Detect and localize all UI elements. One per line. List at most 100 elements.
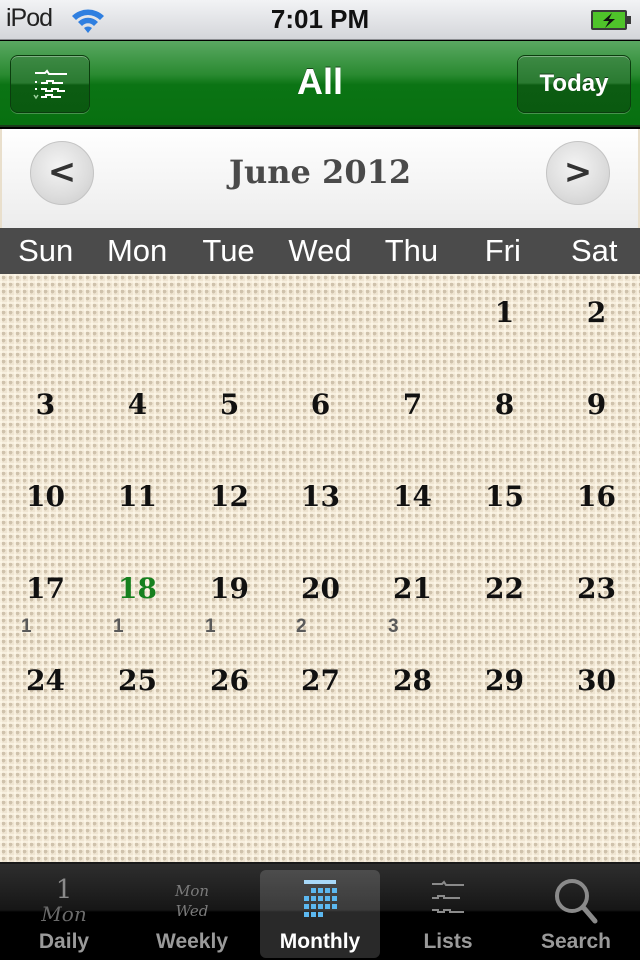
day-cell-2[interactable]: 2 bbox=[551, 274, 640, 366]
tab-lists[interactable]: Lists bbox=[384, 864, 512, 960]
day-cell-8[interactable]: 8 bbox=[459, 366, 550, 458]
calendar-dot bbox=[304, 896, 309, 901]
day-cell-30[interactable]: 30 bbox=[551, 642, 640, 734]
tab-label-search: Search bbox=[540, 930, 612, 953]
day-number: 7 bbox=[402, 388, 423, 421]
day-number: 12 bbox=[210, 480, 249, 513]
day-cell-13[interactable]: 13 bbox=[275, 458, 366, 550]
day-number: 6 bbox=[310, 388, 331, 421]
event-count: 1 bbox=[21, 616, 32, 637]
day-cell-6[interactable]: 6 bbox=[275, 366, 366, 458]
day-cell-9[interactable]: 9 bbox=[551, 366, 640, 458]
day-number: 22 bbox=[485, 572, 524, 605]
calendar-dot bbox=[332, 888, 337, 893]
day-cell-24[interactable]: 24 bbox=[0, 642, 91, 734]
tab-search[interactable]: Search bbox=[512, 864, 640, 960]
daily-icon: 1 Mon bbox=[40, 875, 86, 926]
tab-bar: 1 Mon Daily Mon Wed Weekly Monthly Lists… bbox=[0, 862, 640, 960]
day-cell-29[interactable]: 29 bbox=[459, 642, 550, 734]
list-icon bbox=[33, 69, 67, 100]
day-cell-25[interactable]: 25 bbox=[92, 642, 183, 734]
empty-day-cell bbox=[92, 274, 183, 366]
day-cell-11[interactable]: 11 bbox=[92, 458, 183, 550]
month-header: < June 2012 > bbox=[2, 129, 638, 228]
day-cell-17[interactable]: 17 1 bbox=[0, 550, 91, 642]
day-number: 1 bbox=[494, 296, 515, 329]
day-cell-1[interactable]: 1 bbox=[459, 274, 550, 366]
battery-charging-icon bbox=[591, 10, 631, 30]
day-cell-7[interactable]: 7 bbox=[367, 366, 458, 458]
day-cell-10[interactable]: 10 bbox=[0, 458, 91, 550]
day-number: 9 bbox=[586, 388, 607, 421]
day-number: 16 bbox=[577, 480, 616, 513]
day-number: 14 bbox=[393, 480, 432, 513]
calendar-dot bbox=[304, 904, 309, 909]
calendar-dot bbox=[318, 896, 323, 901]
nav-bar: All Today bbox=[0, 41, 640, 127]
day-number: 27 bbox=[301, 664, 340, 697]
weekday-tue: Tue bbox=[202, 233, 255, 268]
day-number: 5 bbox=[219, 388, 240, 421]
empty-day-cell bbox=[0, 274, 91, 366]
calendar-dot bbox=[325, 888, 330, 893]
day-cell-21[interactable]: 21 3 bbox=[367, 550, 458, 642]
day-number: 25 bbox=[118, 664, 157, 697]
event-count: 2 bbox=[296, 616, 307, 637]
tab-weekly[interactable]: Mon Wed Weekly bbox=[128, 864, 256, 960]
calendar-dot bbox=[332, 904, 337, 909]
day-cell-15[interactable]: 15 bbox=[459, 458, 550, 550]
tab-label-lists: Lists bbox=[423, 930, 473, 953]
calendar-header-bar bbox=[304, 880, 336, 884]
calendar-dot bbox=[311, 888, 316, 893]
event-count: 1 bbox=[113, 616, 124, 637]
tab-daily[interactable]: 1 Mon Daily bbox=[0, 864, 128, 960]
day-cell-16[interactable]: 16 bbox=[551, 458, 640, 550]
today-day-number: 18 bbox=[118, 572, 157, 605]
tab-monthly[interactable]: Monthly bbox=[256, 864, 384, 960]
day-number: 17 bbox=[26, 572, 65, 605]
day-number: 11 bbox=[118, 480, 157, 513]
calendar-dot bbox=[325, 904, 330, 909]
weekday-fri: Fri bbox=[484, 233, 521, 268]
day-cell-23[interactable]: 23 bbox=[551, 550, 640, 642]
day-cell-14[interactable]: 14 bbox=[367, 458, 458, 550]
day-number: 29 bbox=[485, 664, 524, 697]
weekday-sat: Sat bbox=[570, 233, 618, 268]
weekday-sun: Sun bbox=[18, 233, 74, 268]
menu-button[interactable] bbox=[10, 55, 90, 113]
day-cell-22[interactable]: 22 bbox=[459, 550, 550, 642]
tab-label-daily: Daily bbox=[38, 930, 90, 953]
day-cell-28[interactable]: 28 bbox=[367, 642, 458, 734]
calendar-dot bbox=[325, 896, 330, 901]
day-number: 10 bbox=[26, 480, 65, 513]
status-bar: iPod 7:01 PM bbox=[0, 0, 640, 40]
day-cell-18[interactable]: 18 1 bbox=[92, 550, 183, 642]
calendar-dot bbox=[332, 896, 337, 901]
today-button[interactable]: Today bbox=[517, 55, 631, 113]
day-cell-19[interactable]: 19 1 bbox=[184, 550, 275, 642]
next-month-button[interactable]: > bbox=[546, 141, 610, 205]
day-cell-12[interactable]: 12 bbox=[184, 458, 275, 550]
day-number: 13 bbox=[301, 480, 340, 513]
day-cell-26[interactable]: 26 bbox=[184, 642, 275, 734]
calendar-dot bbox=[311, 904, 316, 909]
day-number: 21 bbox=[393, 572, 432, 605]
day-cell-3[interactable]: 3 bbox=[0, 366, 91, 458]
day-number: 30 bbox=[577, 664, 616, 697]
day-cell-27[interactable]: 27 bbox=[275, 642, 366, 734]
day-number: 28 bbox=[393, 664, 432, 697]
day-number: 23 bbox=[577, 572, 616, 605]
empty-day-cell bbox=[275, 274, 366, 366]
status-time: 7:01 PM bbox=[270, 4, 370, 34]
day-number: 2 bbox=[586, 296, 607, 329]
calendar-grid: 1 2 3 4 5 6 7 8 9 10 11 12 13 14 15 16 17 1 18 1 19 1 20 2 21 3 22… bbox=[0, 274, 640, 862]
daily-icon-bottom: Mon bbox=[40, 902, 86, 926]
day-cell-5[interactable]: 5 bbox=[184, 366, 275, 458]
event-count: 3 bbox=[388, 616, 399, 637]
day-cell-4[interactable]: 4 bbox=[92, 366, 183, 458]
day-cell-20[interactable]: 20 2 bbox=[275, 550, 366, 642]
day-number: 20 bbox=[301, 572, 340, 605]
weekday-header: Sun Mon Tue Wed Thu Fri Sat bbox=[0, 228, 640, 274]
calendar-dot bbox=[311, 896, 316, 901]
tab-label-weekly: Weekly bbox=[156, 930, 228, 953]
